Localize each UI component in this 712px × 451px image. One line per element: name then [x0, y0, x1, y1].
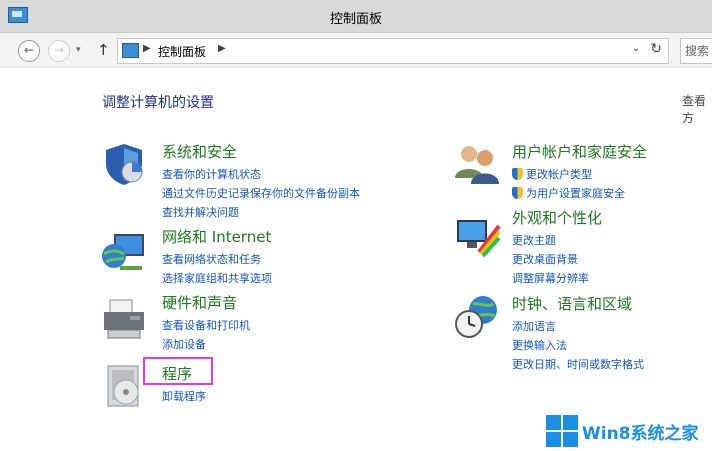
programs-icon[interactable] [100, 362, 148, 410]
link-uninstall-program[interactable]: 卸载程序 [162, 387, 206, 406]
link-change-account-type[interactable]: 更改帐户类型 [512, 165, 647, 184]
search-input[interactable]: 搜索 [680, 38, 712, 64]
link-troubleshoot[interactable]: 查找并解决问题 [162, 203, 360, 222]
uac-shield-icon [512, 187, 523, 199]
category-system-security: 系统和安全 查看你的计算机状态 通过文件历史记录保存你的文件备份副本 查找并解决… [162, 141, 360, 222]
link-change-desktop-background[interactable]: 更改桌面背景 [512, 250, 602, 269]
watermark: Win8系统之家 [540, 411, 712, 451]
breadcrumb-separator[interactable]: ▶ [143, 43, 151, 54]
forward-button[interactable]: → [48, 40, 70, 62]
link-add-device[interactable]: 添加设备 [162, 335, 250, 354]
users-icon[interactable] [453, 140, 501, 188]
refresh-icon[interactable]: ↻ [650, 41, 662, 57]
navigation-bar: ← → ▾ ↑ ▶ 控制面板 ▶ ⌄ ↻ 搜索 [0, 33, 712, 68]
link-view-computer-status[interactable]: 查看你的计算机状态 [162, 165, 360, 184]
back-button[interactable]: ← [18, 40, 40, 62]
window-title: 控制面板 [329, 12, 382, 27]
up-button[interactable]: ↑ [97, 41, 110, 59]
link-adjust-resolution[interactable]: 调整屏幕分辨率 [512, 269, 602, 288]
view-by-label[interactable]: 查看方 [682, 92, 712, 126]
category-title-appearance[interactable]: 外观和个性化 [512, 207, 602, 228]
category-title-user-accounts[interactable]: 用户帐户和家庭安全 [512, 141, 647, 162]
link-file-history-backup[interactable]: 通过文件历史记录保存你的文件备份副本 [162, 184, 360, 203]
category-clock-language: 时钟、语言和区域 添加语言 更换输入法 更改日期、时间或数字格式 [512, 293, 644, 374]
highlight-box [143, 357, 213, 385]
shield-icon[interactable] [100, 140, 148, 188]
link-label: 为用户设置家庭安全 [526, 187, 625, 200]
breadcrumb-control-panel[interactable]: 控制面板 [158, 43, 206, 60]
link-devices-printers[interactable]: 查看设备和打印机 [162, 316, 250, 335]
link-add-language[interactable]: 添加语言 [512, 317, 644, 336]
control-panel-icon [122, 43, 139, 58]
address-history-dropdown[interactable]: ⌄ [632, 43, 640, 54]
link-homegroup-sharing[interactable]: 选择家庭组和共享选项 [162, 269, 272, 288]
uac-shield-icon [512, 168, 523, 180]
link-network-status[interactable]: 查看网络状态和任务 [162, 250, 272, 269]
appearance-icon[interactable] [453, 212, 501, 260]
address-bar[interactable]: ▶ 控制面板 ▶ ⌄ ↻ [117, 38, 669, 64]
link-change-input-method[interactable]: 更换输入法 [512, 336, 644, 355]
network-globe-icon[interactable] [100, 228, 148, 276]
category-title-network[interactable]: 网络和 Internet [162, 226, 272, 247]
link-family-safety[interactable]: 为用户设置家庭安全 [512, 184, 647, 203]
category-title-clock-language[interactable]: 时钟、语言和区域 [512, 293, 644, 314]
category-appearance: 外观和个性化 更改主题 更改桌面背景 调整屏幕分辨率 [512, 207, 602, 288]
windows-logo-icon [546, 415, 578, 447]
link-label: 更改帐户类型 [526, 168, 592, 181]
link-change-date-time-format[interactable]: 更改日期、时间或数字格式 [512, 355, 644, 374]
category-network: 网络和 Internet 查看网络状态和任务 选择家庭组和共享选项 [162, 226, 272, 288]
printer-icon[interactable] [100, 296, 148, 344]
category-hardware: 硬件和声音 查看设备和打印机 添加设备 [162, 292, 250, 354]
title-bar: 控制面板 [0, 0, 712, 33]
breadcrumb-separator[interactable]: ▶ [218, 43, 226, 54]
category-user-accounts: 用户帐户和家庭安全 更改帐户类型 为用户设置家庭安全 [512, 141, 647, 203]
watermark-text: Win8系统之家 [582, 424, 699, 444]
category-title-system-security[interactable]: 系统和安全 [162, 141, 360, 162]
clock-globe-icon[interactable] [453, 292, 501, 340]
category-title-hardware[interactable]: 硬件和声音 [162, 292, 250, 313]
recent-locations-dropdown[interactable]: ▾ [76, 45, 81, 55]
page-title: 调整计算机的设置 [102, 95, 214, 111]
link-change-theme[interactable]: 更改主题 [512, 231, 602, 250]
